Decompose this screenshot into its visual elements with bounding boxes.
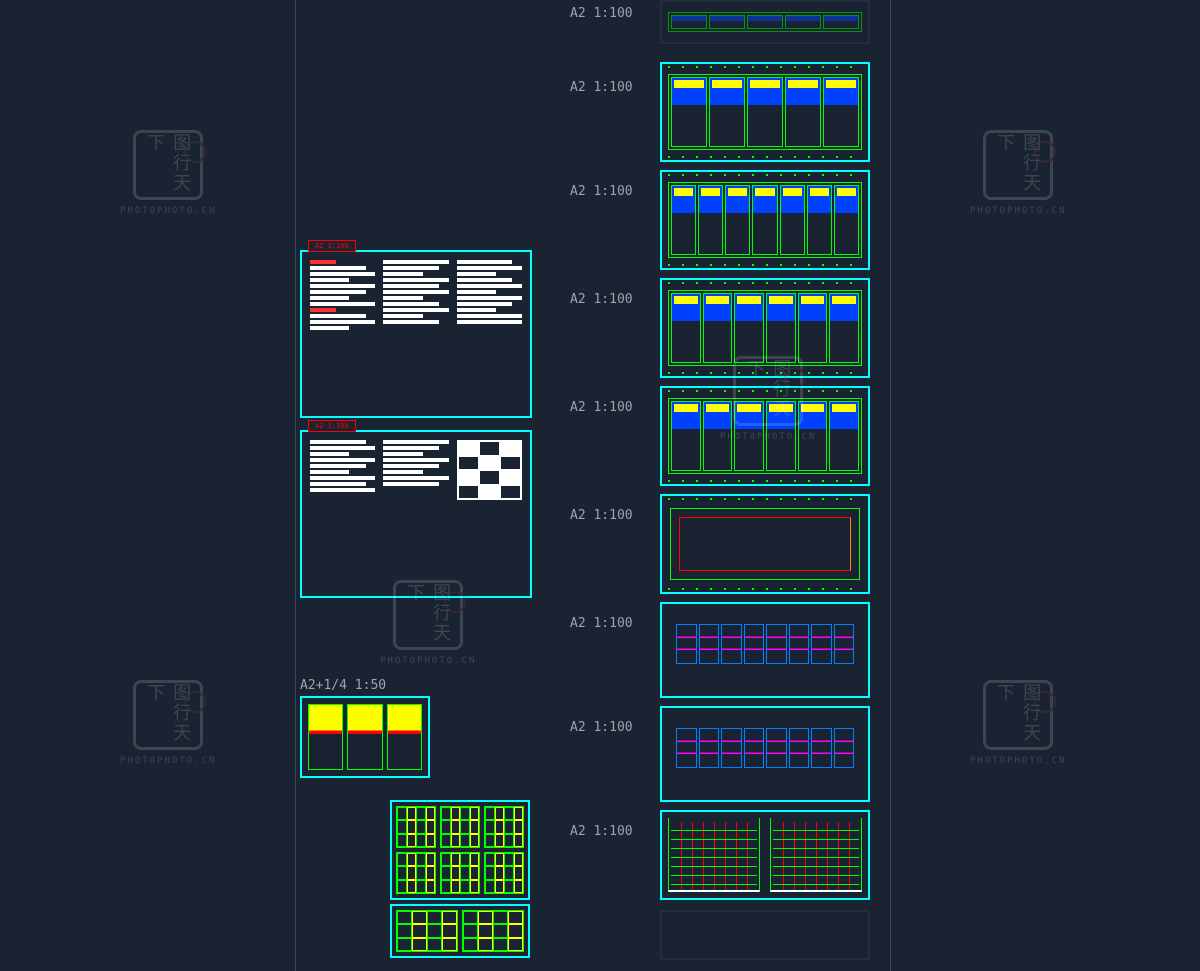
guide-line-left (295, 0, 296, 971)
sheet-sections[interactable] (660, 810, 870, 900)
title-tab-2: A2 1:100 (308, 420, 356, 432)
sheet-roof-plan[interactable] (660, 494, 870, 594)
watermark-icon: PHOTOPHOTO.CN (970, 680, 1066, 766)
sheet-label-r8: A2 1:100 (570, 824, 633, 839)
sheet-elevation-2[interactable] (660, 706, 870, 802)
sheet-label-r1: A2 1:100 (570, 80, 633, 95)
sheet-schedule-2[interactable] (390, 904, 530, 958)
sheet-label-r4: A2 1:100 (570, 400, 633, 415)
sheet-schedule-1[interactable] (390, 800, 530, 900)
sheet-notes-2[interactable]: A2 1:100 (300, 430, 532, 598)
sheet-label-r7: A2 1:100 (570, 720, 633, 735)
watermark-icon: PHOTOPHOTO.CN (120, 130, 216, 216)
sheet-label-r3: A2 1:100 (570, 292, 633, 307)
sheet-notes-1[interactable]: A2 1:100 (300, 250, 532, 418)
guide-line-right (890, 0, 891, 971)
sheet-label-r6: A2 1:100 (570, 616, 633, 631)
watermark-icon: PHOTOPHOTO.CN (970, 130, 1066, 216)
sheet-plan-1[interactable] (660, 62, 870, 162)
sheet-plan-4[interactable] (660, 386, 870, 486)
sheet-plan-3[interactable] (660, 278, 870, 378)
sheet-frame-ghost-bottom[interactable] (660, 910, 870, 960)
sheet-label-top: A2 1:100 (570, 6, 633, 21)
sheet-label-r2: A2 1:100 (570, 184, 633, 199)
sheet-frame-ghost-top[interactable] (660, 0, 870, 44)
cad-model-space[interactable]: A2 1:100 A2 1:100 A2 1:100 A2 1:100 A2 1… (0, 0, 1200, 971)
sheet-detail[interactable] (300, 696, 430, 778)
sheet-label-detail: A2+1/4 1:50 (300, 678, 386, 693)
sheet-plan-2[interactable] (660, 170, 870, 270)
title-tab-1: A2 1:100 (308, 240, 356, 252)
sheet-elevation-1[interactable] (660, 602, 870, 698)
sheet-label-r5: A2 1:100 (570, 508, 633, 523)
watermark-icon: PHOTOPHOTO.CN (120, 680, 216, 766)
